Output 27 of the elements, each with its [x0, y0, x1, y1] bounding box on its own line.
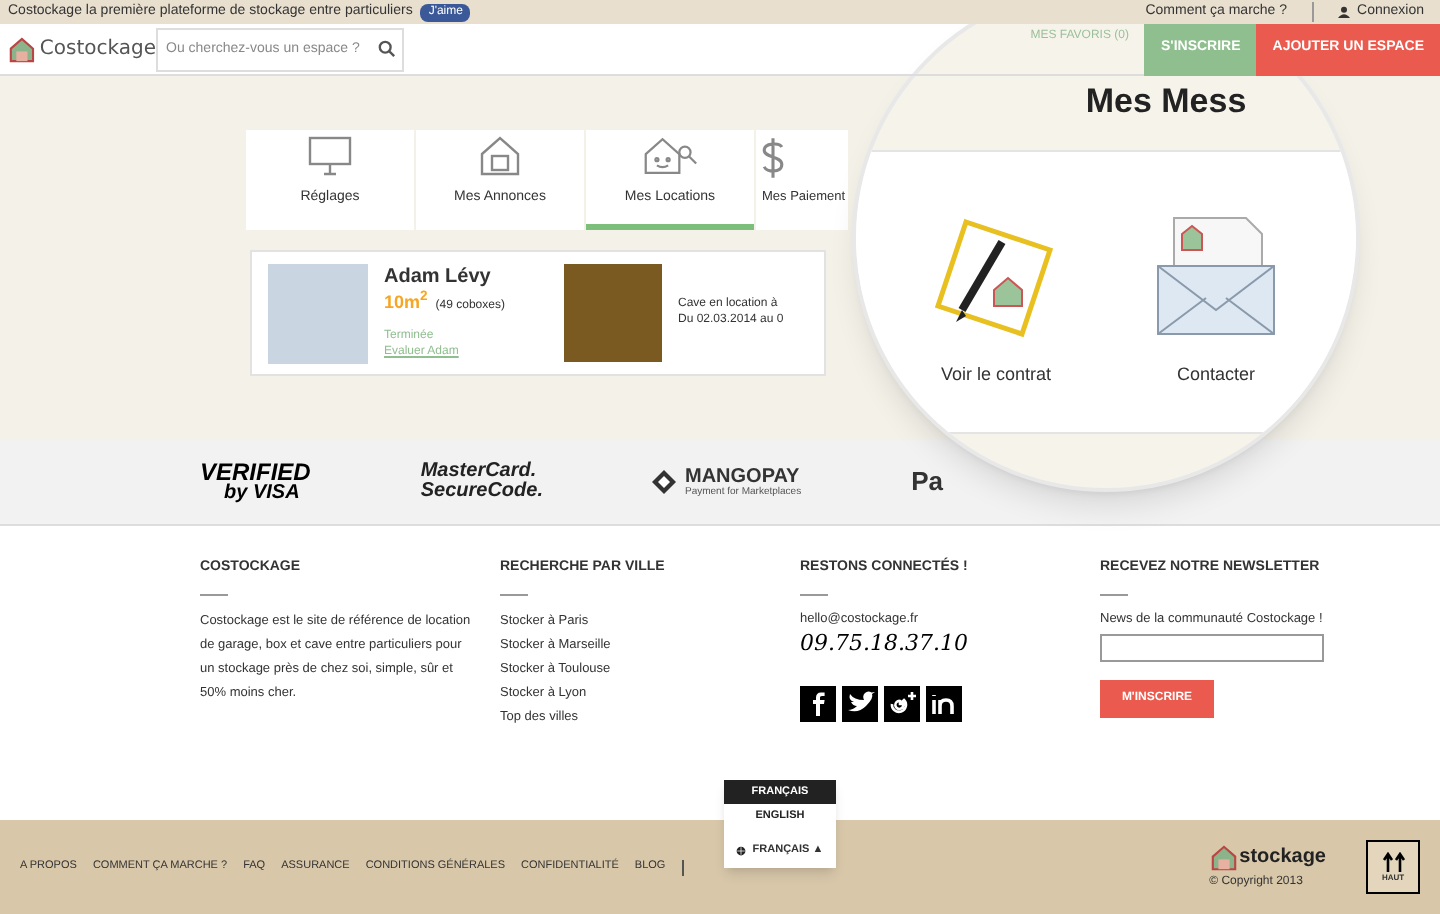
phone-number: 09.75.18.37.10 — [800, 628, 970, 661]
storage-size: 10m$^{2}$ — [384, 291, 428, 314]
renter-name: Adam Lévy — [384, 266, 493, 290]
house-icon — [476, 131, 524, 179]
user-icon — [1337, 6, 1350, 18]
twitter-icon[interactable] — [842, 685, 878, 722]
contact-button[interactable]: Contacter — [1146, 205, 1286, 388]
verified-by-visa-logo: VERIFIED by VISA — [200, 460, 311, 504]
logo-icon — [8, 33, 36, 65]
logo-text: Costockage — [39, 36, 156, 64]
logo-icon — [1209, 843, 1238, 871]
cellar-photo-placeholder — [564, 264, 662, 362]
monitor-icon — [306, 131, 354, 179]
view-contract-button[interactable]: Voir le contrat — [926, 205, 1066, 388]
footer-logo-text: stockage — [1239, 844, 1326, 872]
page-title: Mes Mess — [1085, 82, 1247, 122]
partial-logo: Pa — [911, 464, 943, 501]
google-plus-icon[interactable] — [884, 685, 920, 722]
globe-icon — [736, 845, 747, 855]
linkedin-icon[interactable] — [926, 685, 962, 722]
mastercard-securecode-logo: MasterCard. SecureCode. — [420, 462, 543, 502]
up-arrows-icon — [1381, 851, 1405, 871]
dollar-icon — [762, 136, 784, 181]
search-icon[interactable] — [378, 40, 396, 58]
facebook-icon[interactable] — [800, 685, 836, 722]
email-input-field[interactable] — [1100, 634, 1324, 663]
avatar-placeholder — [268, 263, 368, 363]
